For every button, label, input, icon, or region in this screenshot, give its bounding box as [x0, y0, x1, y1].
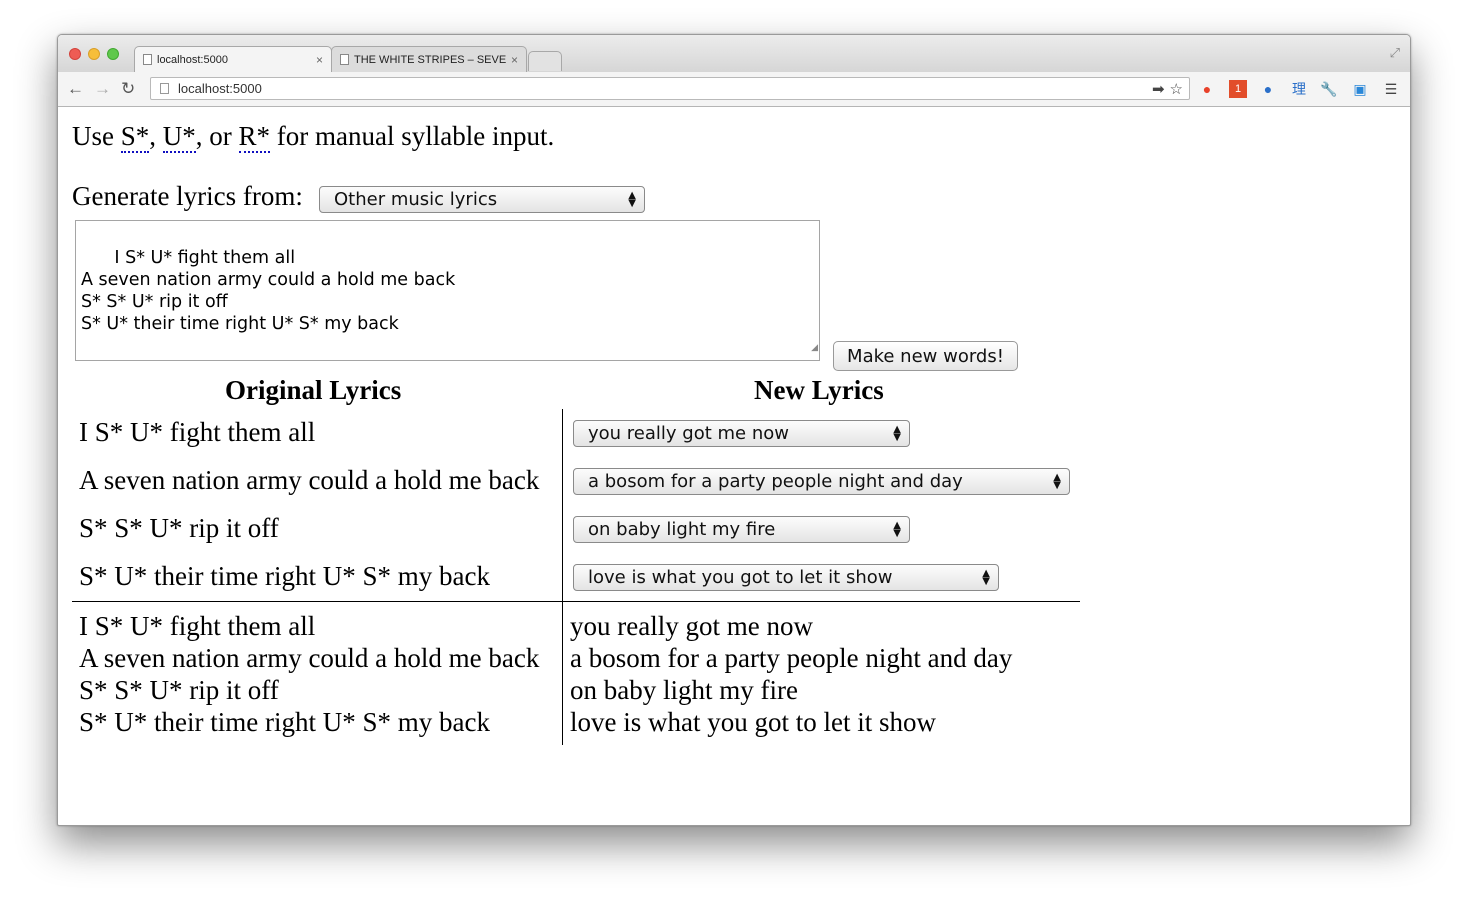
new-line-select[interactable]: love is what you got to let it show ▲ ▼ — [573, 564, 999, 591]
select-arrows-icon: ▲ ▼ — [893, 519, 901, 539]
result-new-line: love is what you got to let it show — [570, 707, 936, 737]
stop-extension-icon[interactable]: ● — [1198, 80, 1216, 98]
tab-close-icon[interactable]: × — [316, 53, 323, 67]
original-line: S* S* U* rip it off — [79, 513, 279, 543]
select-value: Other music lyrics — [334, 189, 498, 210]
share-icon[interactable]: ➡ — [1152, 80, 1165, 98]
minimize-window-button[interactable] — [88, 48, 100, 60]
intro-prefix: Use — [72, 121, 121, 151]
tab-localhost[interactable]: localhost:5000 × — [134, 46, 332, 72]
result-original-line: S* U* their time right U* S* my back — [79, 707, 490, 737]
generate-label: Generate lyrics from: — [72, 181, 303, 211]
fullscreen-icon[interactable]: ⤢ — [1390, 45, 1400, 61]
window-controls — [69, 48, 119, 60]
page-icon — [340, 54, 349, 65]
select-value: a bosom for a party people night and day — [588, 471, 963, 492]
select-value: on baby light my fire — [588, 519, 776, 540]
extension-icon[interactable]: ● — [1259, 80, 1277, 98]
new-tab-button[interactable] — [528, 51, 562, 71]
abbr-s: S* — [120, 121, 150, 153]
reload-icon[interactable]: ↻ — [121, 79, 135, 99]
new-line-select[interactable]: on baby light my fire ▲ ▼ — [573, 516, 910, 543]
page-content: Use S*, U*, or R* for manual syllable in… — [58, 107, 1410, 825]
result-new-line: a bosom for a party people night and day — [570, 643, 1013, 673]
chinese-extension-icon[interactable]: 理 — [1290, 80, 1308, 98]
original-line: I S* U* fight them all — [79, 417, 316, 447]
new-line-select[interactable]: you really got me now ▲ ▼ — [573, 420, 910, 447]
tab-title: localhost:5000 — [157, 53, 228, 66]
tab-close-icon[interactable]: × — [511, 53, 518, 67]
title-bar: localhost:5000 × THE WHITE STRIPES – SEV… — [58, 35, 1410, 72]
select-arrows-icon: ▲ ▼ — [982, 567, 990, 587]
zoom-window-button[interactable] — [107, 48, 119, 60]
lyrics-textarea[interactable]: I S* U* fight them all A seven nation ar… — [75, 220, 820, 361]
tab-title: THE WHITE STRIPES – SEVE — [354, 53, 507, 66]
abbr-u: U* — [162, 121, 196, 153]
result-original-line: I S* U* fight them all — [79, 611, 316, 641]
lyrics-text: I S* U* fight them all A seven nation ar… — [81, 248, 456, 334]
browser-window: localhost:5000 × THE WHITE STRIPES – SEV… — [57, 34, 1411, 826]
wrench-icon[interactable]: 🔧 — [1320, 80, 1338, 98]
page-icon — [160, 83, 169, 94]
generate-source-select[interactable]: Other music lyrics ▲ ▼ — [319, 186, 645, 213]
intro-text: Use S*, U*, or R* for manual syllable in… — [72, 121, 555, 153]
page-icon — [143, 54, 152, 65]
result-original-line: A seven nation army could a hold me back — [79, 643, 540, 673]
intro-sep: , — [149, 121, 163, 151]
section-divider — [72, 601, 1080, 602]
back-icon[interactable]: ← — [67, 79, 84, 99]
column-divider — [562, 409, 563, 745]
tab-white-stripes[interactable]: THE WHITE STRIPES – SEVE × — [331, 46, 527, 72]
intro-sep: , or — [195, 121, 239, 151]
abbr-r: R* — [238, 121, 271, 153]
new-line-select[interactable]: a bosom for a party people night and day… — [573, 468, 1070, 495]
bookmark-star-icon[interactable]: ☆ — [1170, 80, 1183, 98]
resize-handle-icon[interactable]: ◢ — [811, 337, 818, 359]
select-value: love is what you got to let it show — [588, 567, 893, 588]
result-new-line: on baby light my fire — [570, 675, 798, 705]
url-text: localhost:5000 — [178, 81, 262, 96]
result-original-line: S* S* U* rip it off — [79, 675, 279, 705]
original-lyrics-header: Original Lyrics — [225, 375, 402, 405]
address-bar[interactable]: localhost:5000 ➡ ☆ — [150, 77, 1190, 100]
make-new-words-button[interactable]: Make new words! — [833, 341, 1018, 371]
select-arrows-icon: ▲ ▼ — [628, 189, 636, 209]
intro-suffix: for manual syllable input. — [270, 121, 555, 151]
forward-icon[interactable]: → — [94, 79, 111, 99]
notification-badge-icon[interactable]: 1 — [1229, 80, 1247, 98]
menu-icon[interactable]: ☰ — [1382, 80, 1400, 98]
browser-toolbar: ← → ↻ localhost:5000 ➡ ☆ ● 1 ● 理 🔧 ▣ ☰ — [58, 72, 1410, 107]
original-line: S* U* their time right U* S* my back — [79, 561, 490, 591]
result-new-line: you really got me now — [570, 611, 813, 641]
original-line: A seven nation army could a hold me back — [79, 465, 540, 495]
screen-extension-icon[interactable]: ▣ — [1351, 80, 1369, 98]
close-window-button[interactable] — [69, 48, 81, 60]
select-arrows-icon: ▲ ▼ — [1053, 471, 1061, 491]
select-arrows-icon: ▲ ▼ — [893, 423, 901, 443]
new-lyrics-header: New Lyrics — [754, 375, 884, 405]
select-value: you really got me now — [588, 423, 789, 444]
